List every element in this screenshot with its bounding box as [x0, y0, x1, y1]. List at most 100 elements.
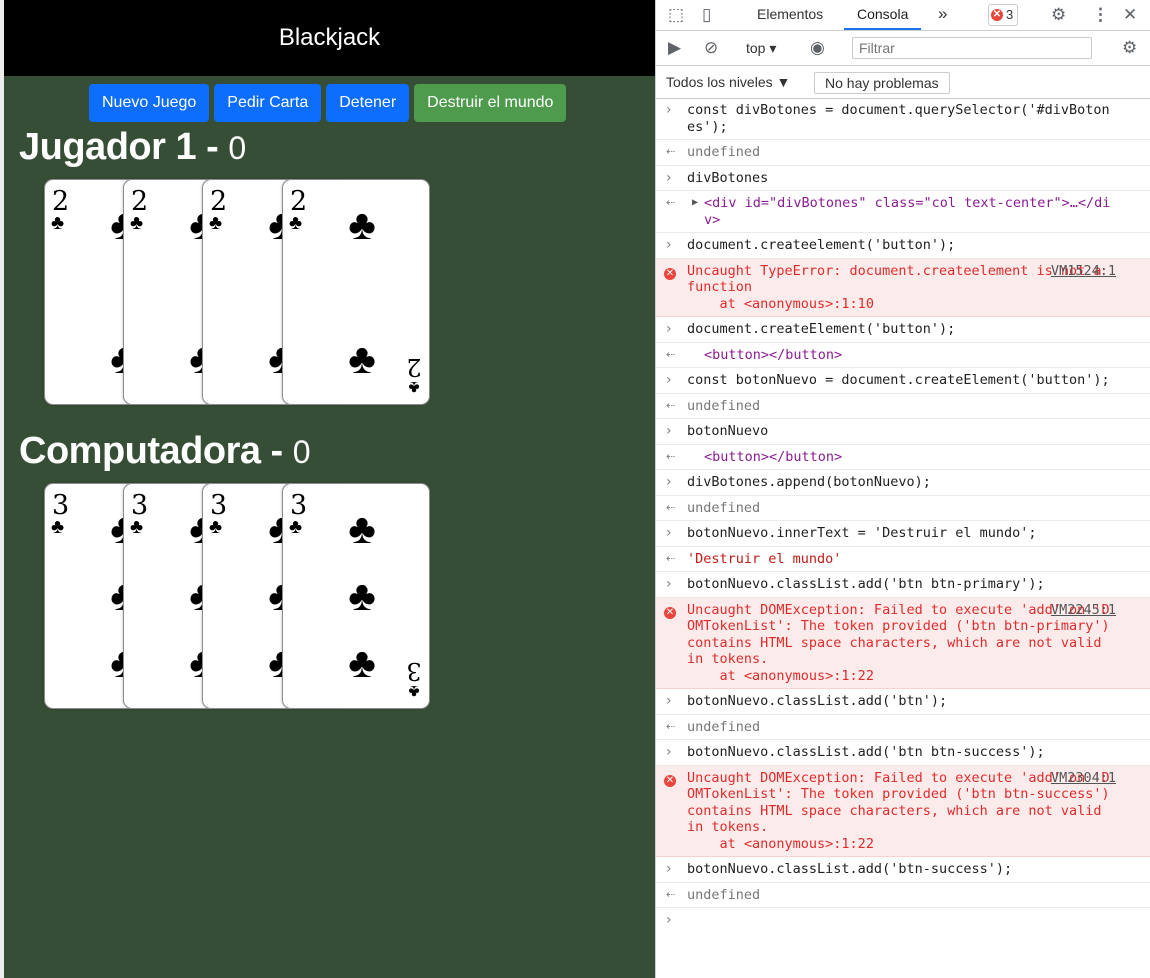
card-rank: 2: [52, 186, 70, 217]
input-chevron-icon: ›: [666, 372, 672, 388]
tab-console[interactable]: Consola: [844, 0, 922, 30]
console-code: botonNuevo.classList.add('btn-success');: [687, 861, 1013, 877]
input-chevron-icon: ›: [666, 576, 672, 592]
input-chevron-icon: ›: [666, 474, 672, 490]
error-icon: ✕: [664, 606, 676, 619]
card-rank: 2: [290, 186, 308, 217]
more-tabs-icon[interactable]: »: [938, 0, 947, 30]
input-chevron-icon: ›: [666, 102, 672, 118]
console-element[interactable]: <button></button>: [704, 449, 842, 465]
console-settings-gear-icon[interactable]: ⚙: [1122, 31, 1137, 65]
live-expression-eye-icon[interactable]: ◉: [810, 31, 825, 65]
player-hand: 2♣♣♣2♣♣♣2♣♣♣2♣♣♣♣2: [44, 179, 444, 409]
error-source-link[interactable]: VM1524:1: [1051, 263, 1116, 280]
show-sidebar-icon[interactable]: ▶: [668, 31, 681, 65]
log-levels-select[interactable]: Todos los niveles ▼: [666, 66, 790, 98]
devtools-panel: ⬚ ▯ Elementos Consola » ✕ 3 ⚙ ⋮ ✕ ▶ ⊘ to…: [655, 0, 1150, 978]
input-chevron-icon: ›: [666, 169, 672, 186]
context-select[interactable]: top ▾: [746, 31, 776, 65]
destroy-world-button[interactable]: Destruir el mundo: [414, 84, 567, 122]
card-rank: 2: [406, 353, 422, 381]
console-result: ⇠ <button></button>: [656, 343, 1150, 368]
device-toolbar-icon[interactable]: ▯: [702, 0, 711, 30]
club-pip-icon: ♣: [348, 201, 376, 248]
error-source-link[interactable]: VM2245:1: [1051, 602, 1116, 619]
club-suit-icon: ♣: [51, 212, 65, 234]
result-arrow-icon: ⇠: [666, 719, 676, 733]
error-source-link[interactable]: VM2304:1: [1051, 770, 1116, 787]
result-arrow-icon: ⇠: [666, 887, 676, 901]
close-devtools-icon[interactable]: ✕: [1123, 0, 1137, 30]
new-game-button[interactable]: Nuevo Juego: [89, 84, 210, 122]
console-input: › divBotones.append(botonNuevo);: [656, 470, 1150, 496]
club-pip-icon: ♣: [348, 335, 376, 382]
issues-button[interactable]: No hay problemas: [814, 72, 950, 94]
console-input: › botonNuevo.classList.add('btn-success')…: [656, 857, 1150, 883]
console-code: divBotones.append(botonNuevo);: [687, 474, 931, 490]
console-input: › const botonNuevo = document.createEleme…: [656, 368, 1150, 394]
card-rank: 3: [406, 657, 422, 685]
console-levels-bar: Todos los niveles ▼ No hay problemas: [656, 66, 1150, 99]
club-suit-icon: ♣: [289, 516, 303, 538]
console-input: › botonNuevo.classList.add('btn btn-succe…: [656, 740, 1150, 766]
card-rank: 3: [290, 490, 308, 521]
result-arrow-icon: ⇠: [666, 145, 676, 158]
context-value: top: [746, 40, 766, 56]
console-value: 'Destruir el mundo': [687, 550, 842, 567]
navbar: Blackjack: [4, 0, 655, 76]
console-result: ⇠ undefined: [656, 394, 1150, 419]
page-edge: [0, 0, 4, 978]
console-result: ⇠ undefined: [656, 715, 1150, 740]
error-count: 3: [1006, 7, 1014, 22]
console-element[interactable]: <button></button>: [704, 347, 842, 363]
club-suit-icon: ♣: [51, 516, 65, 538]
prompt-chevron-icon: ›: [666, 912, 672, 928]
clear-console-icon[interactable]: ⊘: [704, 31, 718, 65]
console-messages: › const divBotones = document.querySelect…: [656, 98, 1150, 978]
expand-triangle-icon[interactable]: ▶: [692, 195, 698, 212]
console-input: › document.createElement('button');: [656, 317, 1150, 343]
console-result: ⇠ undefined: [656, 496, 1150, 521]
console-input: › botonNuevo: [656, 419, 1150, 445]
console-result: ⇠ undefined: [656, 140, 1150, 166]
stop-button[interactable]: Detener: [326, 84, 410, 122]
filter-input[interactable]: [852, 37, 1092, 59]
club-suit-icon: ♣: [209, 212, 223, 234]
console-result: ⇠ <button></button>: [656, 445, 1150, 470]
error-message: Uncaught TypeError: document.createeleme…: [687, 262, 1102, 312]
result-arrow-icon: ⇠: [666, 551, 676, 565]
console-value: undefined: [687, 499, 761, 516]
input-chevron-icon: ›: [666, 237, 672, 253]
console-code: botonNuevo.classList.add('btn');: [687, 693, 948, 709]
console-result[interactable]: ⇠ ▶ <div id="divBotones" class="col text-c…: [656, 191, 1150, 233]
error-count-badge[interactable]: ✕ 3: [988, 4, 1019, 26]
computer-hand: 3♣♣♣♣3♣♣♣♣3♣♣♣♣3♣♣♣♣♣3: [44, 483, 444, 713]
console-value: undefined: [687, 886, 761, 903]
card-rank: 3: [52, 490, 70, 521]
settings-gear-icon[interactable]: ⚙: [1051, 0, 1066, 30]
devtools-tabbar: ⬚ ▯ Elementos Consola » ✕ 3 ⚙ ⋮ ✕: [656, 0, 1150, 31]
tab-elements[interactable]: Elementos: [757, 0, 823, 30]
club-pip-icon: ♣: [348, 505, 376, 552]
club-suit-icon: ♣: [289, 212, 303, 234]
console-input: › botonNuevo.classList.add('btn');: [656, 689, 1150, 715]
console-prompt[interactable]: ›: [656, 908, 1150, 934]
console-error: ✕ VM2245:1 Uncaught DOMException: Failed t…: [656, 597, 1150, 689]
player-title: Jugador 1 - 0: [19, 126, 246, 169]
input-chevron-icon: ›: [666, 423, 672, 439]
card-rank: 3: [131, 490, 149, 521]
computer-name: Computadora -: [19, 430, 283, 472]
console-code: const divBotones = document.querySelecto…: [687, 102, 1110, 135]
console-value: undefined: [687, 397, 761, 414]
hit-button[interactable]: Pedir Carta: [214, 84, 322, 122]
inspect-element-icon[interactable]: ⬚: [668, 0, 684, 30]
input-chevron-icon: ›: [666, 321, 672, 337]
console-value: undefined: [687, 144, 761, 160]
console-toolbar: ▶ ⊘ top ▾ ◉ ⚙: [656, 31, 1150, 66]
club-suit-icon: ♣: [209, 516, 223, 538]
console-element[interactable]: <div id="divBotones" class="col text-cen…: [704, 195, 1110, 228]
more-options-icon[interactable]: ⋮: [1092, 0, 1109, 30]
computer-score: 0: [292, 434, 311, 470]
club-suit-icon: ♣: [130, 212, 144, 234]
input-chevron-icon: ›: [666, 744, 672, 760]
